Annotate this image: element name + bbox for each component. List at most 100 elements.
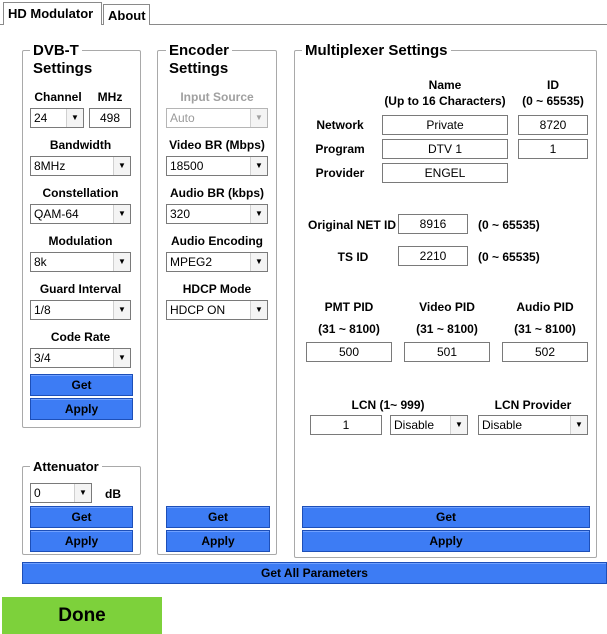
audio-encoding-label: Audio Encoding	[171, 234, 263, 248]
audio-br-select[interactable]: 320 ▼	[166, 204, 268, 224]
attenuator-value: 0	[34, 486, 41, 500]
chevron-down-icon: ▼	[113, 157, 130, 175]
mux-get-button[interactable]: Get	[302, 506, 590, 528]
input-source-value: Auto	[170, 111, 195, 125]
input-source-select[interactable]: Auto ▼	[166, 108, 268, 128]
audio-encoding-select[interactable]: MPEG2 ▼	[166, 252, 268, 272]
guard-interval-label: Guard Interval	[39, 282, 122, 296]
code-rate-label: Code Rate	[50, 330, 111, 344]
ts-id-label: TS ID	[337, 250, 369, 264]
video-br-label: Video BR (Mbps)	[169, 138, 265, 152]
attenuator-title: Attenuator	[30, 458, 102, 475]
constellation-select[interactable]: QAM-64 ▼	[30, 204, 131, 224]
tab-hd-modulator[interactable]: HD Modulator	[3, 2, 102, 25]
original-net-id-range: (0 ~ 65535)	[478, 218, 540, 232]
channel-select[interactable]: 24 ▼	[30, 108, 84, 128]
hdcp-mode-label: HDCP Mode	[182, 282, 252, 296]
chevron-down-icon: ▼	[250, 253, 267, 271]
program-id-field[interactable]: 1	[518, 139, 588, 159]
provider-name-field[interactable]: ENGEL	[382, 163, 508, 183]
lcn-mode-select[interactable]: Disable ▼	[390, 415, 468, 435]
dvbt-title-line2: Settings	[33, 60, 93, 77]
video-pid-label: Video PID	[419, 300, 475, 314]
network-name-field[interactable]: Private	[382, 115, 508, 135]
pmt-pid-range: (31 ~ 8100)	[318, 322, 380, 336]
mux-apply-button[interactable]: Apply	[302, 530, 590, 552]
channel-value: 24	[34, 111, 48, 125]
bandwidth-select[interactable]: 8MHz ▼	[30, 156, 131, 176]
ts-id-field[interactable]: 2210	[398, 246, 468, 266]
constellation-value: QAM-64	[34, 207, 79, 221]
id-header: ID	[547, 78, 559, 92]
input-source-label: Input Source	[180, 90, 254, 104]
dvbt-get-button[interactable]: Get	[30, 374, 133, 396]
network-label: Network	[316, 118, 364, 132]
program-label: Program	[315, 142, 365, 156]
guard-interval-value: 1/8	[34, 303, 51, 317]
constellation-label: Constellation	[42, 186, 119, 200]
audio-br-value: 320	[170, 207, 191, 221]
original-net-id-field[interactable]: 8916	[398, 214, 468, 234]
lcn-field[interactable]: 1	[310, 415, 382, 435]
bandwidth-value: 8MHz	[34, 159, 66, 173]
video-br-value: 18500	[170, 159, 204, 173]
dvbt-apply-button[interactable]: Apply	[30, 398, 133, 420]
modulation-value: 8k	[34, 255, 47, 269]
ts-id-range: (0 ~ 65535)	[478, 250, 540, 264]
audio-encoding-value: MPEG2	[170, 255, 213, 269]
lcn-label: LCN (1~ 999)	[351, 398, 425, 412]
chevron-down-icon: ▼	[113, 301, 130, 319]
chevron-down-icon: ▼	[570, 416, 587, 434]
guard-interval-select[interactable]: 1/8 ▼	[30, 300, 131, 320]
audio-br-label: Audio BR (kbps)	[170, 186, 264, 200]
audio-pid-field[interactable]: 502	[502, 342, 588, 362]
chevron-down-icon: ▼	[74, 484, 91, 502]
get-all-parameters-button[interactable]: Get All Parameters	[22, 562, 607, 584]
video-pid-range: (31 ~ 8100)	[416, 322, 478, 336]
chevron-down-icon: ▼	[250, 205, 267, 223]
encoder-get-button[interactable]: Get	[166, 506, 270, 528]
modulation-label: Modulation	[48, 234, 113, 248]
multiplexer-title: Multiplexer Settings	[302, 42, 451, 59]
original-net-id-label: Original NET ID	[307, 218, 396, 232]
id-header-hint: (0 ~ 65535)	[522, 94, 584, 108]
tab-about[interactable]: About	[103, 4, 150, 25]
modulation-select[interactable]: 8k ▼	[30, 252, 131, 272]
chevron-down-icon: ▼	[113, 205, 130, 223]
chevron-down-icon: ▼	[250, 109, 267, 127]
mhz-field[interactable]: 498	[89, 108, 131, 128]
chevron-down-icon: ▼	[450, 416, 467, 434]
audio-pid-range: (31 ~ 8100)	[514, 322, 576, 336]
dvbt-title-line1: DVB-T	[30, 42, 82, 59]
hdcp-mode-value: HDCP ON	[170, 303, 226, 317]
attenuator-apply-button[interactable]: Apply	[30, 530, 133, 552]
provider-label: Provider	[315, 166, 365, 180]
audio-pid-label: Audio PID	[516, 300, 574, 314]
code-rate-select[interactable]: 3/4 ▼	[30, 348, 131, 368]
lcn-provider-value: Disable	[482, 418, 523, 432]
lcn-provider-select[interactable]: Disable ▼	[478, 415, 588, 435]
hdcp-mode-select[interactable]: HDCP ON ▼	[166, 300, 268, 320]
name-header: Name	[428, 78, 462, 92]
attenuator-get-button[interactable]: Get	[30, 506, 133, 528]
network-id-field[interactable]: 8720	[518, 115, 588, 135]
chevron-down-icon: ▼	[113, 349, 130, 367]
code-rate-value: 3/4	[34, 351, 51, 365]
channel-label: Channel	[34, 90, 82, 104]
lcn-provider-label: LCN Provider	[494, 398, 572, 412]
db-unit-label: dB	[105, 487, 121, 501]
chevron-down-icon: ▼	[113, 253, 130, 271]
attenuator-select[interactable]: 0 ▼	[30, 483, 92, 503]
pmt-pid-label: PMT PID	[324, 300, 374, 314]
chevron-down-icon: ▼	[66, 109, 83, 127]
video-br-select[interactable]: 18500 ▼	[166, 156, 268, 176]
lcn-mode-value: Disable	[394, 418, 435, 432]
video-pid-field[interactable]: 501	[404, 342, 490, 362]
encoder-apply-button[interactable]: Apply	[166, 530, 270, 552]
encoder-title-line2: Settings	[169, 60, 229, 77]
chevron-down-icon: ▼	[250, 301, 267, 319]
chevron-down-icon: ▼	[250, 157, 267, 175]
program-name-field[interactable]: DTV 1	[382, 139, 508, 159]
bandwidth-label: Bandwidth	[49, 138, 112, 152]
pmt-pid-field[interactable]: 500	[306, 342, 392, 362]
